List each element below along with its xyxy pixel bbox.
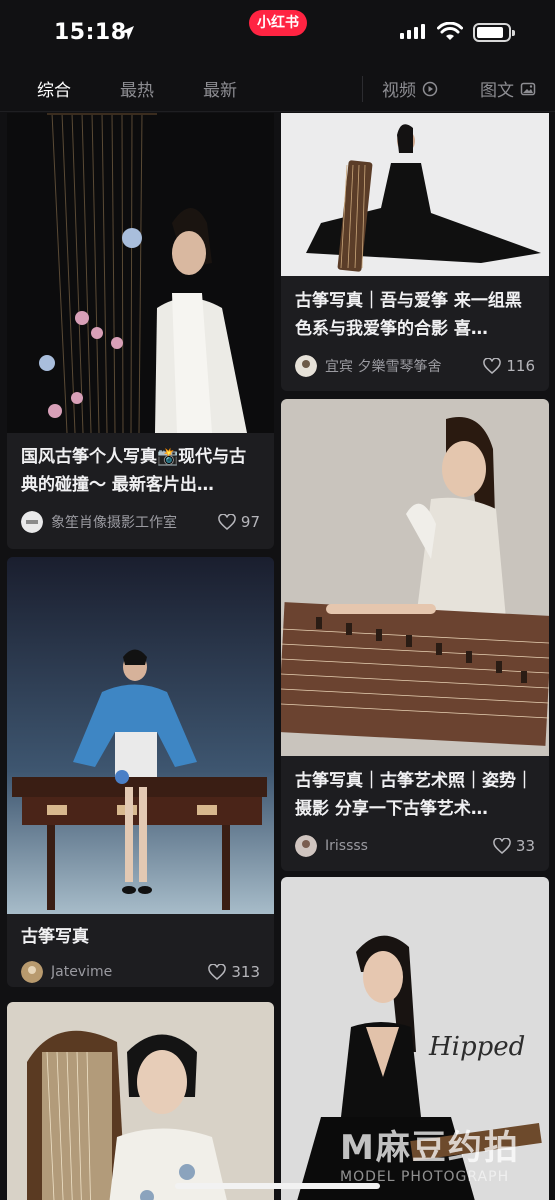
play-circle-icon	[422, 81, 438, 96]
note-title: 国风古筝个人写真📸现代与古典的碰撞～ 最新客片出…	[21, 447, 247, 495]
tab-hottest[interactable]: 最热	[120, 76, 154, 101]
note-cover-image	[281, 399, 549, 756]
tab-image-text-label: 图文	[480, 81, 514, 101]
watermark-main: M麻豆约拍	[340, 1128, 520, 1168]
author-name: Jatevime	[51, 964, 113, 980]
note-card[interactable]: 古筝写真｜吾与爱筝 来一组黑色系与我爱筝的合影 喜… 宜宾 夕樂雪琴筝舍 116	[281, 113, 549, 391]
wifi-icon	[437, 22, 463, 40]
note-author: 宜宾 夕樂雪琴筝舍 116	[295, 355, 535, 377]
note-card[interactable]: 古筝写真 Jatevime 313	[7, 557, 274, 987]
status-bar: 15:18 小红书	[0, 0, 555, 66]
filter-tabs: 综合 最热 最新 视频 图文	[0, 66, 555, 112]
tab-video[interactable]: 视频	[382, 76, 438, 101]
watermark: M麻豆约拍 MODEL PHOTOGRAPH	[340, 1120, 520, 1185]
note-card[interactable]: 国风古筝个人写真📸现代与古典的碰撞～ 最新客片出… 象笙肖像摄影工作室 97	[7, 113, 274, 549]
like-count: 33	[515, 837, 535, 855]
status-time: 15:18	[54, 20, 127, 45]
like-button[interactable]: 116	[483, 357, 535, 375]
like-count: 116	[506, 357, 535, 375]
tab-image-text[interactable]: 图文	[480, 76, 536, 101]
like-button[interactable]: 313	[208, 963, 260, 981]
tab-divider	[362, 76, 363, 102]
tab-video-label: 视频	[382, 81, 416, 101]
note-cover-image	[7, 113, 274, 433]
author-name: 宜宾 夕樂雪琴筝舍	[325, 359, 442, 375]
app-badge: 小红书	[249, 10, 307, 36]
author-avatar	[295, 355, 317, 377]
home-indicator[interactable]	[175, 1183, 380, 1189]
note-card[interactable]	[7, 1002, 274, 1200]
tab-newest[interactable]: 最新	[203, 76, 237, 101]
battery-icon	[473, 23, 515, 42]
author-avatar	[21, 511, 43, 533]
like-button[interactable]: 97	[218, 513, 260, 531]
cellular-signal-icon	[400, 24, 425, 39]
note-author: Irissss 33	[295, 835, 535, 857]
note-author: 象笙肖像摄影工作室 97	[21, 511, 260, 533]
like-count: 97	[240, 513, 260, 531]
note-cover-image	[281, 113, 549, 276]
author-name: 象笙肖像摄影工作室	[51, 515, 177, 531]
image-icon	[520, 82, 536, 95]
author-avatar	[295, 835, 317, 857]
author-avatar	[21, 961, 43, 983]
note-title: 古筝写真｜吾与爱筝 来一组黑色系与我爱筝的合影 喜…	[295, 291, 522, 339]
note-author: Jatevime 313	[21, 961, 260, 983]
heart-icon	[218, 514, 236, 530]
feed: 国风古筝个人写真📸现代与古典的碰撞～ 最新客片出… 象笙肖像摄影工作室 97 古…	[0, 113, 555, 1200]
note-card[interactable]: 古筝写真｜古筝艺术照｜姿势｜摄影 分享一下古筝艺术… Irissss 33	[281, 399, 549, 871]
note-cover-image	[7, 1002, 274, 1200]
svg-text:Hipped: Hipped	[428, 1032, 525, 1062]
heart-icon	[483, 358, 502, 374]
like-button[interactable]: 33	[493, 837, 535, 855]
note-title: 古筝写真｜古筝艺术照｜姿势｜摄影 分享一下古筝艺术…	[295, 771, 533, 819]
like-count: 313	[231, 963, 260, 981]
note-title: 古筝写真	[21, 927, 89, 947]
author-name: Irissss	[325, 838, 368, 854]
location-arrow-icon	[120, 26, 134, 40]
note-cover-image	[7, 557, 274, 914]
heart-icon	[208, 964, 227, 980]
tab-comprehensive[interactable]: 综合	[37, 76, 71, 101]
heart-icon	[493, 838, 511, 854]
